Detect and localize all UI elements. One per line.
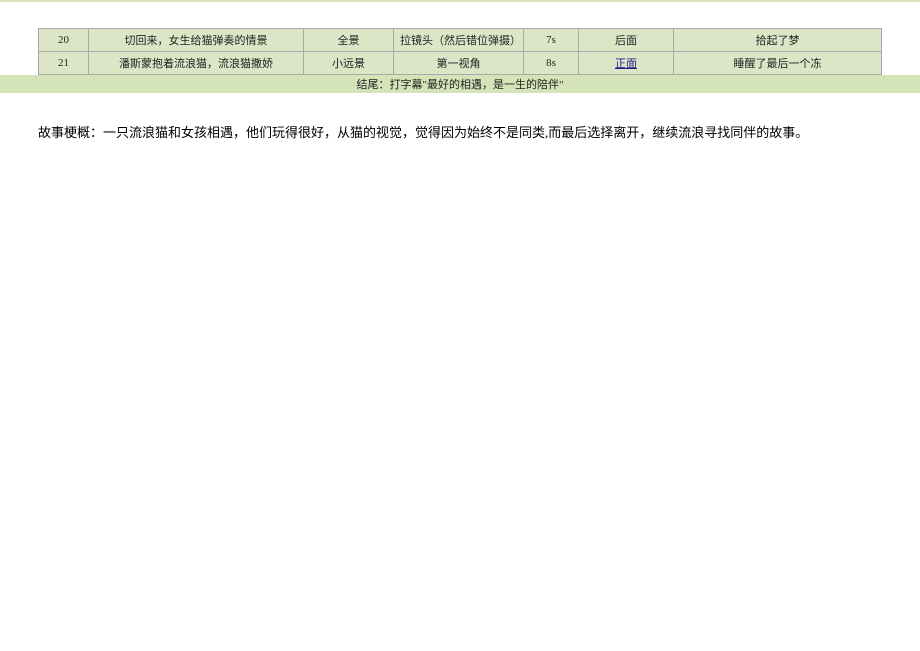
cell-description: 切回来，女生给猫弹奏的情景: [89, 29, 304, 52]
cell-shot-type: 全景: [304, 29, 394, 52]
cell-shot-number: 21: [39, 52, 89, 75]
cell-direction: 后面: [579, 29, 674, 52]
direction-link[interactable]: 正面: [615, 58, 637, 70]
cell-description: 潘斯蒙抱着流浪猫，流浪猫撒娇: [89, 52, 304, 75]
cell-shot-number: 20: [39, 29, 89, 52]
cell-note: 睡醒了最后一个冻: [674, 52, 882, 75]
cell-note: 拾起了梦: [674, 29, 882, 52]
cell-camera-movement: 拉镜头（然后错位弹摄）: [394, 29, 524, 52]
cell-direction: 正面: [579, 52, 674, 75]
cell-duration: 8s: [524, 52, 579, 75]
cell-camera-movement: 第一视角: [394, 52, 524, 75]
table-row: 20 切回来，女生给猫弹奏的情景 全景 拉镜头（然后错位弹摄） 7s 后面 拾起…: [39, 29, 882, 52]
page-container: 20 切回来，女生给猫弹奏的情景 全景 拉镜头（然后错位弹摄） 7s 后面 拾起…: [0, 0, 920, 93]
story-synopsis: 故事梗概：一只流浪猫和女孩相遇，他们玩得很好，从猫的视觉，觉得因为始终不是同类,…: [0, 93, 920, 164]
cell-shot-type: 小远景: [304, 52, 394, 75]
content-wrapper: 20 切回来，女生给猫弹奏的情景 全景 拉镜头（然后错位弹摄） 7s 后面 拾起…: [0, 2, 920, 75]
table-row: 21 潘斯蒙抱着流浪猫，流浪猫撒娇 小远景 第一视角 8s 正面 睡醒了最后一个…: [39, 52, 882, 75]
storyboard-table: 20 切回来，女生给猫弹奏的情景 全景 拉镜头（然后错位弹摄） 7s 后面 拾起…: [38, 28, 882, 75]
cell-duration: 7s: [524, 29, 579, 52]
storyboard-table-section: 20 切回来，女生给猫弹奏的情景 全景 拉镜头（然后错位弹摄） 7s 后面 拾起…: [0, 2, 920, 75]
ending-caption: 结尾：打字幕"最好的相遇，是一生的陪伴": [0, 75, 920, 93]
